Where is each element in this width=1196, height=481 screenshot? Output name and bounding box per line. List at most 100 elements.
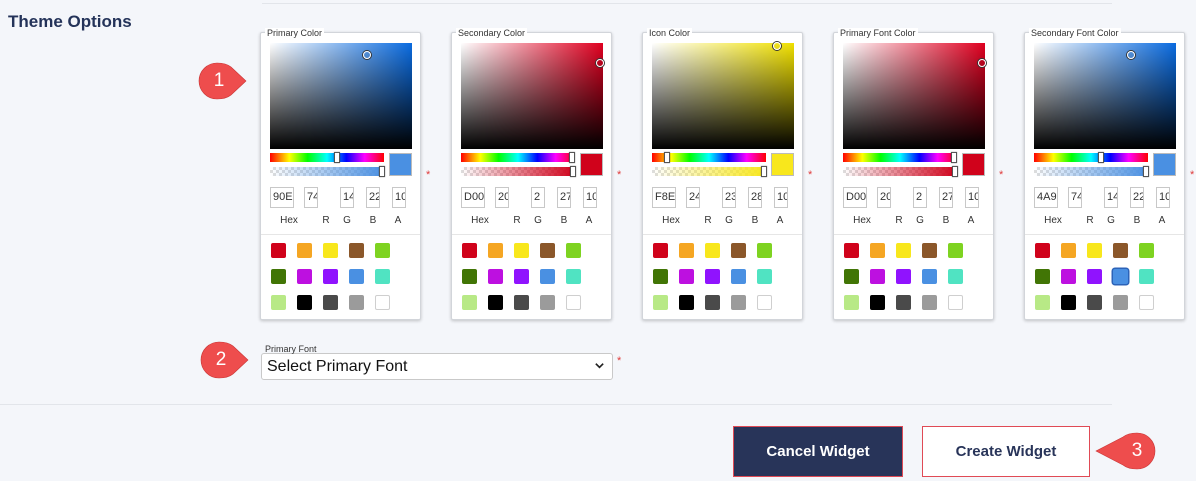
preset-swatch[interactable] bbox=[271, 295, 286, 310]
preset-swatch[interactable] bbox=[870, 269, 885, 284]
alpha-slider-handle[interactable] bbox=[951, 166, 958, 177]
preset-swatch[interactable] bbox=[1035, 243, 1050, 258]
preset-swatch[interactable] bbox=[488, 269, 503, 284]
preset-swatch[interactable] bbox=[948, 295, 963, 310]
g-input[interactable]: 2 bbox=[913, 187, 927, 208]
preset-swatch[interactable] bbox=[375, 295, 390, 310]
preset-swatch[interactable] bbox=[1035, 295, 1050, 310]
preset-swatch[interactable] bbox=[1113, 295, 1128, 310]
saturation-area[interactable] bbox=[1034, 43, 1176, 149]
saturation-cursor[interactable] bbox=[596, 59, 605, 68]
hex-input[interactable]: 90E2 bbox=[270, 187, 294, 208]
preset-swatch[interactable] bbox=[922, 295, 937, 310]
preset-swatch[interactable] bbox=[844, 269, 859, 284]
preset-swatch[interactable] bbox=[514, 295, 529, 310]
preset-swatch[interactable] bbox=[1061, 295, 1076, 310]
preset-swatch[interactable] bbox=[297, 243, 312, 258]
hex-input[interactable]: F8E7 bbox=[652, 187, 676, 208]
preset-swatch[interactable] bbox=[705, 269, 720, 284]
saturation-area[interactable] bbox=[652, 42, 794, 149]
preset-swatch[interactable] bbox=[731, 295, 746, 310]
preset-swatch[interactable] bbox=[514, 243, 529, 258]
preset-swatch[interactable] bbox=[297, 269, 312, 284]
preset-swatch[interactable] bbox=[844, 243, 859, 258]
b-input[interactable]: 22 bbox=[1130, 187, 1144, 208]
saturation-area[interactable] bbox=[461, 43, 605, 149]
alpha-slider-handle[interactable] bbox=[1142, 166, 1149, 177]
preset-swatch[interactable] bbox=[566, 243, 581, 258]
preset-swatch[interactable] bbox=[757, 295, 772, 310]
preset-swatch[interactable] bbox=[323, 269, 338, 284]
alpha-slider-handle[interactable] bbox=[569, 166, 576, 177]
r-input[interactable]: 74 bbox=[304, 187, 318, 208]
preset-swatch[interactable] bbox=[1035, 269, 1050, 284]
preset-swatch[interactable] bbox=[462, 295, 477, 310]
preset-swatch[interactable] bbox=[1139, 269, 1154, 284]
preset-swatch[interactable] bbox=[653, 295, 668, 310]
preset-swatch[interactable] bbox=[1113, 243, 1128, 258]
preset-swatch[interactable] bbox=[1087, 269, 1102, 284]
preset-swatch[interactable] bbox=[349, 243, 364, 258]
hue-slider-handle[interactable] bbox=[950, 152, 957, 163]
hex-input[interactable]: D002 bbox=[461, 187, 485, 208]
preset-swatch[interactable] bbox=[1139, 243, 1154, 258]
hue-slider-handle[interactable] bbox=[568, 152, 575, 163]
preset-swatch[interactable] bbox=[1061, 269, 1076, 284]
preset-swatch[interactable] bbox=[757, 243, 772, 258]
preset-swatch[interactable] bbox=[653, 269, 668, 284]
preset-swatch[interactable] bbox=[1087, 243, 1102, 258]
preset-swatch[interactable] bbox=[488, 295, 503, 310]
hex-input[interactable]: 4A9( bbox=[1034, 187, 1058, 208]
b-input[interactable]: 27 bbox=[557, 187, 571, 208]
a-input[interactable]: 10 bbox=[392, 187, 406, 208]
preset-swatch[interactable] bbox=[1061, 243, 1076, 258]
preset-swatch[interactable] bbox=[323, 295, 338, 310]
preset-swatch[interactable] bbox=[948, 269, 963, 284]
preset-swatch[interactable] bbox=[540, 269, 555, 284]
hue-slider-handle[interactable] bbox=[334, 152, 341, 163]
preset-swatch[interactable] bbox=[540, 295, 555, 310]
b-input[interactable]: 27 bbox=[939, 187, 953, 208]
saturation-cursor[interactable] bbox=[362, 50, 371, 59]
saturation-cursor[interactable] bbox=[772, 42, 781, 51]
cancel-widget-button[interactable]: Cancel Widget bbox=[733, 426, 903, 477]
alpha-slider[interactable] bbox=[1034, 166, 1149, 177]
hue-slider-handle[interactable] bbox=[663, 152, 670, 163]
preset-swatch[interactable] bbox=[488, 243, 503, 258]
alpha-slider[interactable] bbox=[270, 166, 385, 177]
preset-swatch[interactable] bbox=[566, 295, 581, 310]
preset-swatch[interactable] bbox=[896, 243, 911, 258]
preset-swatch[interactable] bbox=[679, 243, 694, 258]
b-input[interactable]: 22 bbox=[366, 187, 380, 208]
r-input[interactable]: 74 bbox=[1068, 187, 1082, 208]
alpha-slider[interactable] bbox=[461, 166, 576, 177]
r-input[interactable]: 20 bbox=[495, 187, 509, 208]
preset-swatch[interactable] bbox=[757, 269, 772, 284]
preset-swatch[interactable] bbox=[375, 243, 390, 258]
preset-swatch[interactable] bbox=[731, 269, 746, 284]
hue-slider[interactable] bbox=[1034, 152, 1148, 163]
hue-slider[interactable] bbox=[652, 152, 766, 163]
preset-swatch[interactable] bbox=[653, 243, 668, 258]
preset-swatch[interactable] bbox=[462, 243, 477, 258]
preset-swatch[interactable] bbox=[1139, 295, 1154, 310]
saturation-cursor[interactable] bbox=[1126, 50, 1135, 59]
preset-swatch[interactable] bbox=[323, 243, 338, 258]
preset-swatch[interactable] bbox=[679, 295, 694, 310]
preset-swatch[interactable] bbox=[540, 243, 555, 258]
preset-swatch[interactable] bbox=[870, 295, 885, 310]
hue-slider-handle[interactable] bbox=[1098, 152, 1105, 163]
preset-swatch[interactable] bbox=[679, 269, 694, 284]
preset-swatch[interactable] bbox=[1113, 269, 1128, 284]
preset-swatch[interactable] bbox=[349, 295, 364, 310]
preset-swatch[interactable] bbox=[705, 295, 720, 310]
alpha-slider-handle[interactable] bbox=[760, 166, 767, 177]
preset-swatch[interactable] bbox=[1087, 295, 1102, 310]
preset-swatch[interactable] bbox=[731, 243, 746, 258]
preset-swatch[interactable] bbox=[462, 269, 477, 284]
preset-swatch[interactable] bbox=[271, 243, 286, 258]
alpha-slider[interactable] bbox=[652, 166, 767, 177]
r-input[interactable]: 20 bbox=[877, 187, 891, 208]
g-input[interactable]: 23 bbox=[722, 187, 736, 208]
primary-font-select[interactable]: Select Primary Font bbox=[261, 353, 613, 380]
